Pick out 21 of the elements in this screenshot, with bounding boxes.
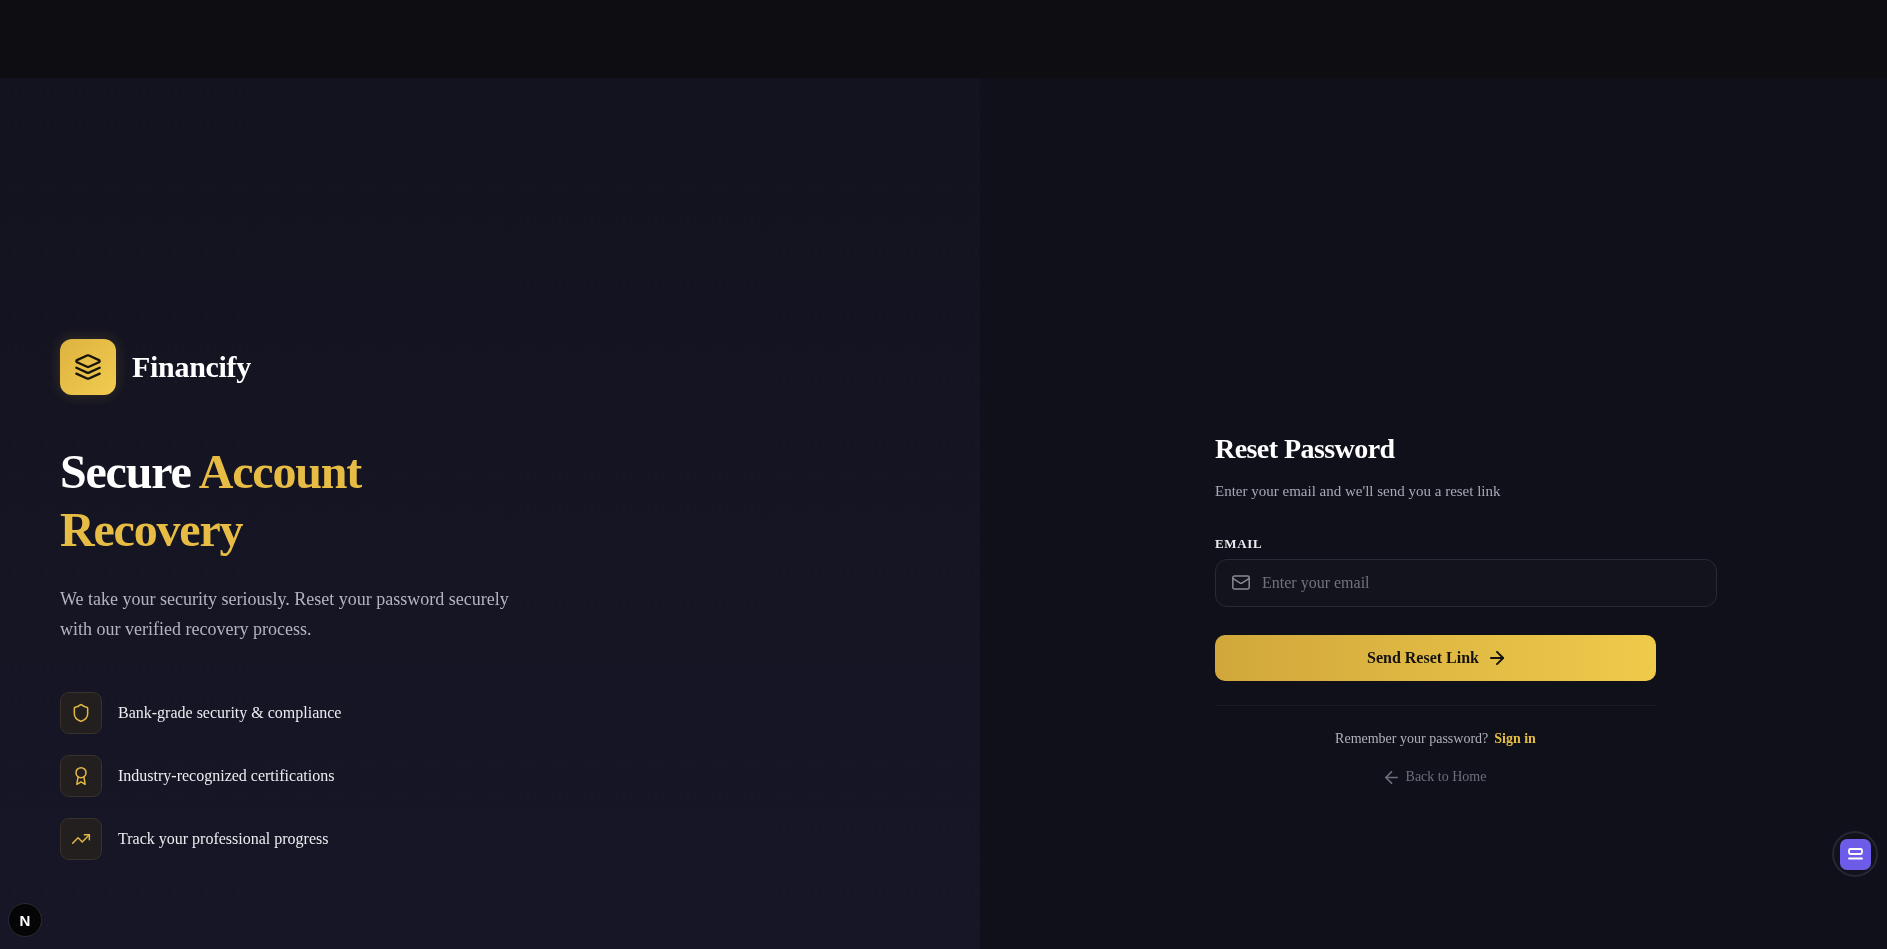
email-label: EMAIL: [1215, 535, 1263, 554]
brand-name: Financify: [132, 349, 251, 385]
form-subtitle: Enter your email and we'll send you a reset link: [1215, 481, 1502, 501]
feature-label: Industry-recognized certifications: [118, 765, 335, 787]
headline: Secure Account Recovery: [60, 444, 363, 558]
trend-up-icon: [60, 818, 102, 861]
email-field[interactable]: Enter your email: [1215, 559, 1717, 608]
bars-icon: [1839, 838, 1871, 870]
back-to-home-link[interactable]: Back to Home: [1384, 767, 1487, 788]
signin-prompt: Remember your password?: [1335, 730, 1489, 749]
send-reset-link-button[interactable]: Send Reset Link: [1215, 635, 1656, 682]
feature-label: Track your professional progress: [118, 828, 329, 850]
description: We take your security seriously. Reset your password securely with our verified recovery process.: [60, 588, 510, 642]
shield-icon: [60, 692, 102, 735]
layers-icon: [60, 339, 116, 395]
sign-in-link[interactable]: Sign in: [1494, 729, 1536, 750]
arrow-right-icon: [1490, 651, 1504, 666]
feature-label: Bank-grade security & compliance: [118, 702, 342, 724]
form-title: Reset Password: [1215, 432, 1396, 466]
mail-icon: [1232, 575, 1250, 591]
award-ribbon-icon: [60, 755, 102, 798]
